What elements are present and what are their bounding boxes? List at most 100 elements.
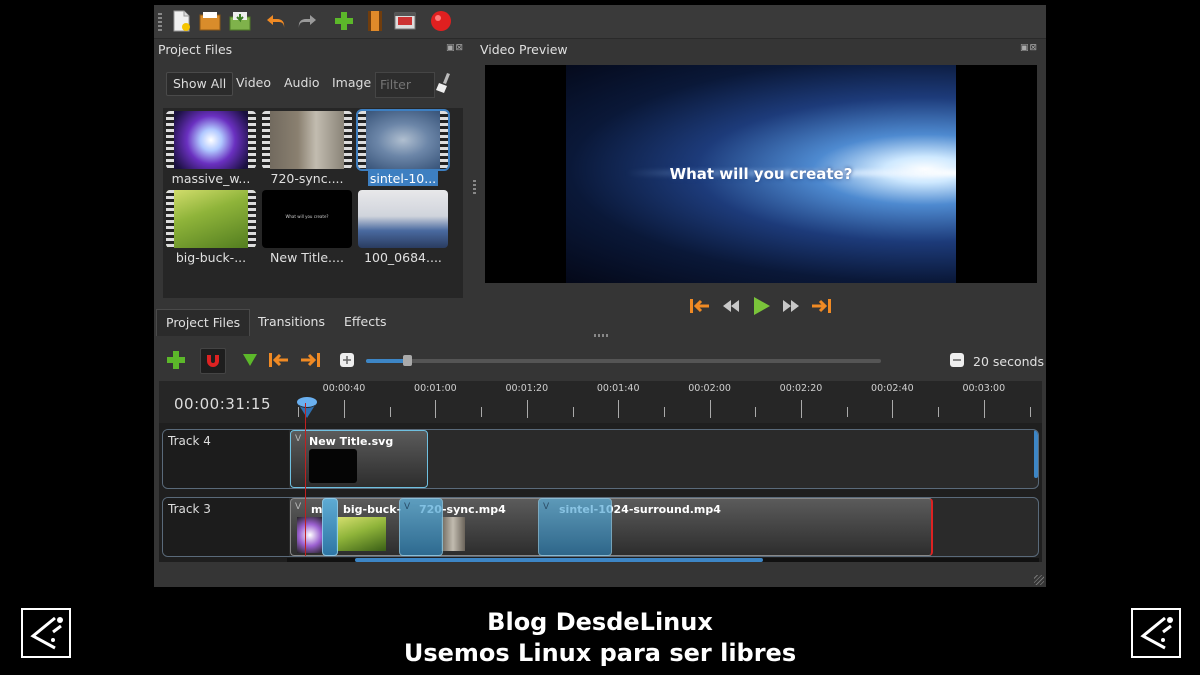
fast-forward-icon[interactable]	[780, 295, 802, 317]
track-4-header[interactable]: Track 4	[163, 430, 289, 488]
ruler-minor-tick	[1029, 407, 1031, 417]
zoom-level-label: 20 seconds	[973, 354, 1044, 369]
preview-dock-float-close-icons[interactable]: ▣⊠	[1020, 43, 1038, 53]
playhead-icon[interactable]	[295, 396, 319, 424]
ruler-major-tick	[618, 400, 620, 418]
add-track-icon[interactable]	[164, 348, 188, 372]
clip-massive-thumb	[297, 517, 323, 553]
ruler-major-tick	[435, 400, 437, 418]
video-preview-dock-title: Video Preview	[480, 42, 568, 57]
clip-new-title[interactable]: V New Title.svg	[290, 430, 428, 488]
ruler-tick-label: 00:01:20	[505, 383, 549, 394]
file-thumb-100-0684[interactable]	[358, 190, 448, 248]
ruler-minor-tick	[846, 407, 848, 417]
zoom-out-icon[interactable]	[335, 348, 359, 372]
jump-start-icon[interactable]	[689, 295, 711, 317]
jump-end-icon[interactable]	[810, 295, 832, 317]
record-icon[interactable]	[430, 10, 452, 32]
clear-filter-broom-icon[interactable]	[435, 72, 453, 98]
ruler-major-tick	[801, 400, 802, 418]
new-project-icon[interactable]	[170, 10, 192, 32]
tab-project-files[interactable]: Project Files	[156, 309, 251, 336]
footer-line-1: Blog DesdeLinux	[487, 608, 713, 636]
project-files-grid: massive_w... 720-sync.... sintel-10... b…	[163, 108, 463, 298]
open-project-icon[interactable]	[199, 10, 221, 32]
track-3-header[interactable]: Track 3	[163, 498, 289, 556]
rewind-icon[interactable]	[720, 295, 742, 317]
ruler-major-tick	[526, 400, 528, 418]
dock-float-close-icons[interactable]: ▣⊠	[446, 43, 464, 53]
snapping-magnet-icon[interactable]	[200, 348, 226, 374]
ruler-tick-label: 00:02:00	[688, 383, 731, 394]
ruler-minor-tick	[572, 407, 574, 417]
file-thumb-big-buck[interactable]	[166, 190, 256, 248]
ruler-tick-label: 00:01:40	[596, 383, 640, 394]
filter-image[interactable]: Image	[326, 72, 377, 94]
preview-frame: What will you create?	[566, 65, 956, 283]
zoom-in-icon[interactable]	[945, 348, 969, 372]
track-3[interactable]: Track 3 V m big-buck- 720-sync.mp4 sinte…	[162, 497, 1039, 557]
title-thumb-text: What will you create?	[285, 214, 329, 219]
undo-icon[interactable]	[265, 10, 287, 32]
preview-overlay-text: What will you create?	[669, 165, 853, 183]
track-4-label: Track 4	[168, 434, 211, 448]
ruler-tick-label: 00:02:20	[779, 383, 823, 394]
filter-video[interactable]: Video	[230, 72, 277, 94]
timeline-horizontal-scrollbar[interactable]	[287, 558, 1039, 562]
zoom-slider[interactable]	[366, 355, 881, 366]
clip-big-buck-name: big-buck-	[343, 503, 402, 516]
clip-new-title-thumb	[309, 449, 357, 483]
file-label-big-buck: big-buck-...	[175, 250, 247, 265]
ruler-major-tick	[709, 400, 711, 418]
current-time-display: 00:00:31:15	[174, 395, 272, 413]
timeline-ruler[interactable]: 00:00:31:15 00:00:40 00:01:00 00:01:20 00:0…	[159, 381, 1042, 423]
tab-transitions[interactable]: Transitions	[249, 309, 334, 335]
toolbar-grip[interactable]	[158, 13, 162, 31]
file-label-new-title: New Title....	[270, 250, 344, 265]
filter-show-all[interactable]: Show All	[166, 72, 234, 96]
tab-effects[interactable]: Effects	[335, 309, 396, 335]
footer-line-2: Usemos Linux para ser libres	[403, 639, 797, 667]
filter-audio[interactable]: Audio	[278, 72, 326, 94]
file-thumb-new-title[interactable]: What will you create?	[262, 190, 352, 248]
window-resize-grip[interactable]	[1034, 575, 1044, 585]
add-marker-icon[interactable]	[238, 348, 262, 372]
transition-1[interactable]	[322, 498, 338, 556]
next-marker-icon[interactable]	[298, 348, 322, 372]
timeline-scrollbar-thumb[interactable]	[355, 558, 763, 562]
redo-icon[interactable]	[296, 10, 318, 32]
clip-720-sync-thumb	[441, 517, 465, 551]
clip-massive-name: m	[311, 503, 323, 516]
file-label-sintel: sintel-10...	[367, 171, 439, 186]
clip-new-title-name: New Title.svg	[309, 435, 394, 448]
file-thumb-sintel[interactable]	[356, 109, 450, 171]
file-label-100-0684: 100_0684....	[364, 250, 442, 265]
openshot-window: Project Files ▣⊠ Show All Video Audio Im…	[154, 5, 1046, 587]
dock-splitter-handle[interactable]	[473, 180, 476, 194]
file-thumb-massive[interactable]	[166, 111, 256, 169]
horizontal-splitter-handle[interactable]	[594, 334, 608, 337]
clip-big-buck-thumb	[336, 517, 386, 551]
play-icon[interactable]	[750, 295, 772, 317]
transition-3[interactable]: V	[538, 498, 612, 556]
desdelinux-logo-right	[1131, 608, 1181, 658]
save-project-icon[interactable]	[229, 10, 251, 32]
transition-2[interactable]: V	[399, 498, 443, 556]
file-thumb-720-sync[interactable]	[262, 111, 352, 169]
project-files-dock-title: Project Files	[158, 42, 233, 57]
ruler-major-tick	[344, 400, 345, 418]
ruler-tick-label: 00:00:40	[322, 383, 366, 394]
ruler-minor-tick	[755, 407, 757, 417]
timeline[interactable]: 00:00:31:15 00:00:40 00:01:00 00:01:20 00:0…	[159, 381, 1042, 562]
filter-input[interactable]	[375, 72, 435, 98]
track-4[interactable]: Track 4 V New Title.svg	[162, 429, 1039, 489]
ruler-tick-label: 00:02:40	[871, 383, 914, 394]
playhead-line	[305, 403, 306, 556]
export-icon[interactable]	[394, 10, 416, 32]
previous-marker-icon[interactable]	[267, 348, 291, 372]
ruler-minor-tick	[481, 407, 483, 417]
choose-profile-icon[interactable]	[364, 10, 386, 32]
track-4-scrollbar[interactable]	[1034, 430, 1038, 478]
import-files-icon[interactable]	[333, 10, 355, 32]
zoom-slider-handle[interactable]	[403, 355, 413, 366]
